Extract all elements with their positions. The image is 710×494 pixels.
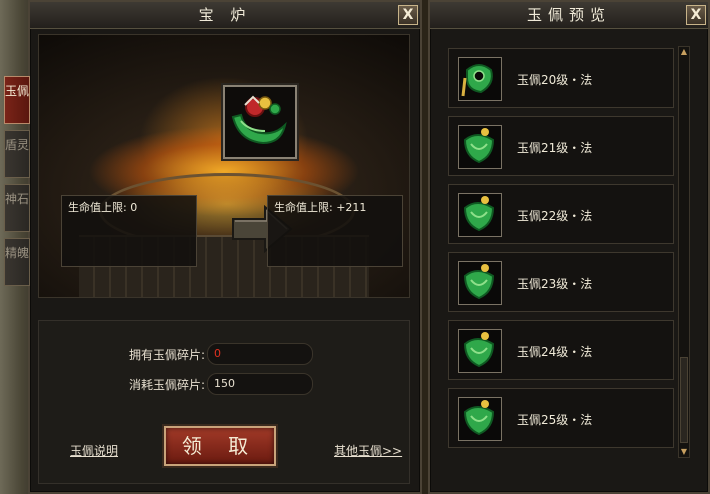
list-item[interactable]: 玉佩25级・法 (448, 388, 674, 448)
jade-pendant-icon (458, 125, 502, 169)
cost-fragments-value: 150 (214, 377, 235, 390)
jade-pendant-slot[interactable] (223, 85, 297, 159)
furnace-display: 生命值上限: 0 生命值上限: +211 (38, 34, 410, 298)
tab-essence-soul[interactable]: 精魄 (4, 238, 30, 286)
jade-list: 玉佩20级・法 玉佩21级・法 玉佩22级・法 玉佩23级・法 玉佩24级・法 (430, 32, 704, 482)
list-item[interactable]: 玉佩22级・法 (448, 184, 674, 244)
jade-item-label: 玉佩23级・法 (517, 277, 593, 291)
claim-button[interactable]: 领 取 (164, 426, 276, 466)
list-item[interactable]: 玉佩23级・法 (448, 252, 674, 312)
list-item[interactable]: 玉佩24级・法 (448, 320, 674, 380)
panel-title: 宝 炉 (30, 2, 420, 29)
jade-item-label: 玉佩25级・法 (517, 413, 593, 427)
scroll-thumb[interactable] (680, 357, 688, 443)
next-stat-text: 生命值上限: +211 (274, 201, 367, 214)
jade-item-label: 玉佩22级・法 (517, 209, 593, 223)
jade-preview-panel: 玉佩预览 X 玉佩20级・法 玉佩21级・法 玉佩22级・法 玉佩23级・法 玉… (428, 0, 710, 494)
owned-fragments-row: 拥有玉佩碎片: 0 (39, 343, 417, 365)
jade-pendant-icon (458, 261, 502, 305)
owned-fragments-label: 拥有玉佩碎片: (128, 348, 205, 362)
next-stat-box: 生命值上限: +211 (267, 195, 403, 267)
jade-item-label: 玉佩24级・法 (517, 345, 593, 359)
panel-title: 玉佩预览 (430, 2, 708, 29)
scroll-up-arrow-icon[interactable]: ▲ (679, 47, 689, 57)
close-button[interactable]: X (686, 5, 706, 25)
other-jade-link[interactable]: 其他玉佩>> (334, 442, 402, 459)
current-stat-text: 生命值上限: 0 (68, 201, 138, 214)
jade-item-label: 玉佩21级・法 (517, 141, 593, 155)
list-scrollbar[interactable]: ▲ ▼ (678, 46, 690, 458)
tab-shield-spirit[interactable]: 盾灵 (4, 130, 30, 178)
tab-divine-stone[interactable]: 神石 (4, 184, 30, 232)
side-tab-bar: 玉佩 盾灵 神石 精魄 (2, 76, 32, 296)
owned-fragments-value: 0 (214, 347, 221, 360)
owned-fragments-field: 0 (207, 343, 313, 365)
current-stat-box: 生命值上限: 0 (61, 195, 197, 267)
jade-pendant-icon (458, 57, 502, 101)
treasure-furnace-panel: 宝 炉 X 生命值上限: 0 生命值上限: +211 玉佩 盾灵 神石 精魄 拥… (4, 0, 422, 494)
cost-fragments-field: 150 (207, 373, 313, 395)
jade-pendant-icon (458, 193, 502, 237)
jade-pendant-icon (231, 95, 287, 145)
jade-item-label: 玉佩20级・法 (517, 73, 593, 87)
jade-pendant-icon (458, 329, 502, 373)
cost-fragments-row: 消耗玉佩碎片: 150 (39, 373, 417, 395)
jade-help-link[interactable]: 玉佩说明 (70, 442, 118, 459)
cost-fragments-label: 消耗玉佩碎片: (128, 378, 205, 392)
list-item[interactable]: 玉佩21级・法 (448, 116, 674, 176)
list-item[interactable]: 玉佩20级・法 (448, 48, 674, 108)
jade-pendant-icon (458, 397, 502, 441)
tab-jade-pendant[interactable]: 玉佩 (4, 76, 30, 124)
close-button[interactable]: X (398, 5, 418, 25)
scroll-down-arrow-icon[interactable]: ▼ (679, 447, 689, 457)
